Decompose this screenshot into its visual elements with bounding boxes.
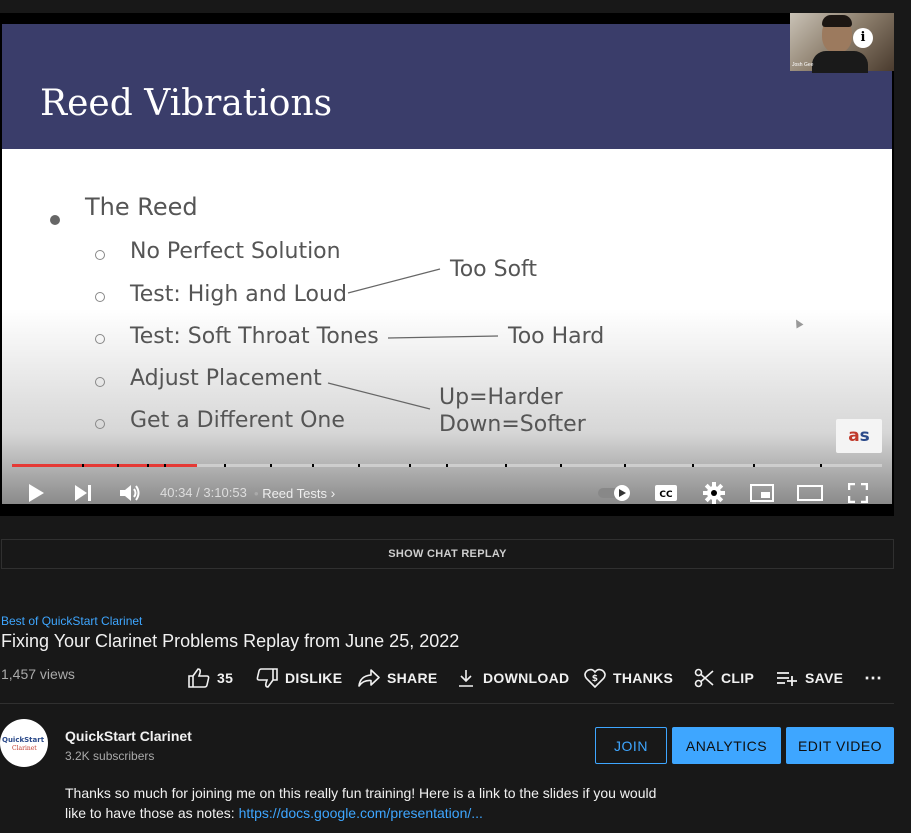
show-chat-replay-button[interactable]: SHOW CHAT REPLAY xyxy=(1,539,894,569)
avatar-text-top: QuickStart xyxy=(2,736,45,744)
duration: 3:10:53 xyxy=(203,485,247,500)
divider xyxy=(0,703,894,704)
clip-label: CLIP xyxy=(721,670,755,686)
download-icon xyxy=(459,670,473,687)
like-count: 35 xyxy=(217,670,234,686)
view-count: 1,457 views xyxy=(1,666,75,682)
share-arrow-icon xyxy=(358,669,380,687)
dislike-button[interactable]: DISLIKE xyxy=(256,664,342,692)
scissors-icon xyxy=(694,668,714,688)
chevron-right-icon: › xyxy=(330,485,336,501)
annotation-too-soft: Too Soft xyxy=(450,257,538,282)
thanks-button[interactable]: $ THANKS xyxy=(584,664,673,692)
next-icon[interactable] xyxy=(70,479,96,507)
settings-gear-icon[interactable] xyxy=(700,479,728,507)
description-link[interactable]: https://docs.google.com/presentation/... xyxy=(239,805,483,821)
join-button[interactable]: JOIN xyxy=(595,727,667,764)
thumbs-up-icon xyxy=(188,668,210,688)
theater-mode-icon[interactable] xyxy=(795,479,825,507)
save-button[interactable]: SAVE xyxy=(776,664,843,692)
time-display: 40:34 / 3:10:53 xyxy=(160,485,247,500)
save-label: SAVE xyxy=(805,670,844,686)
analytics-button[interactable]: ANALYTICS xyxy=(672,727,781,764)
share-label: SHARE xyxy=(387,670,438,686)
svg-text:CC: CC xyxy=(659,490,673,500)
video-title: Fixing Your Clarinet Problems Replay fro… xyxy=(1,631,460,651)
annotation-too-hard: Too Hard xyxy=(508,324,605,349)
like-button[interactable]: 35 xyxy=(188,664,233,692)
info-icon[interactable]: i xyxy=(853,28,873,48)
playlist-link[interactable]: Best of QuickStart Clarinet xyxy=(1,614,142,628)
current-time: 40:34 xyxy=(160,485,193,500)
annotation-lines xyxy=(327,268,499,410)
volume-icon[interactable] xyxy=(116,479,144,507)
play-icon[interactable] xyxy=(24,479,48,507)
progress-bar[interactable] xyxy=(12,464,882,467)
avatar-text-bottom: Clarinet xyxy=(12,745,37,752)
edit-video-button[interactable]: EDIT VIDEO xyxy=(786,727,894,764)
channel-avatar[interactable]: QuickStart Clarinet xyxy=(0,719,48,767)
svg-text:$: $ xyxy=(592,674,599,684)
miniplayer-icon[interactable] xyxy=(748,479,776,507)
subtitles-icon[interactable]: CC xyxy=(652,479,680,507)
clip-button[interactable]: CLIP xyxy=(694,664,754,692)
autoplay-toggle[interactable] xyxy=(597,479,633,507)
thumbs-down-icon xyxy=(256,668,278,688)
channel-name[interactable]: QuickStart Clarinet xyxy=(65,728,192,744)
download-button[interactable]: DOWNLOAD xyxy=(456,664,569,692)
progress-played xyxy=(12,464,197,467)
fullscreen-icon[interactable] xyxy=(844,479,872,507)
download-label: DOWNLOAD xyxy=(483,670,570,686)
subscriber-count: 3.2K subscribers xyxy=(65,749,155,763)
annotation-up-harder: Up=Harder xyxy=(439,385,563,410)
video-description: Thanks so much for joining me on this re… xyxy=(65,783,675,823)
chapter-title: Reed Tests xyxy=(262,486,327,501)
presenter-label: Josh Gee xyxy=(792,62,814,68)
heart-dollar-icon: $ xyxy=(584,668,606,688)
annotation-down-softer: Down=Softer xyxy=(439,412,586,437)
video-player[interactable]: Reed Vibrations The Reed No Perfect Solu… xyxy=(0,13,894,516)
chapter-button[interactable]: • Reed Tests › xyxy=(254,485,335,501)
dislike-label: DISLIKE xyxy=(285,670,343,686)
channel-watermark-logo[interactable]: as xyxy=(836,419,882,453)
thanks-label: THANKS xyxy=(613,670,674,686)
more-options-icon[interactable]: ⋯ xyxy=(864,664,882,692)
playlist-add-icon xyxy=(777,672,797,686)
share-button[interactable]: SHARE xyxy=(358,664,438,692)
presenter-webcam: Josh Gee xyxy=(790,13,894,73)
player-controls: 40:34 / 3:10:53 • Reed Tests › CC xyxy=(0,475,894,511)
